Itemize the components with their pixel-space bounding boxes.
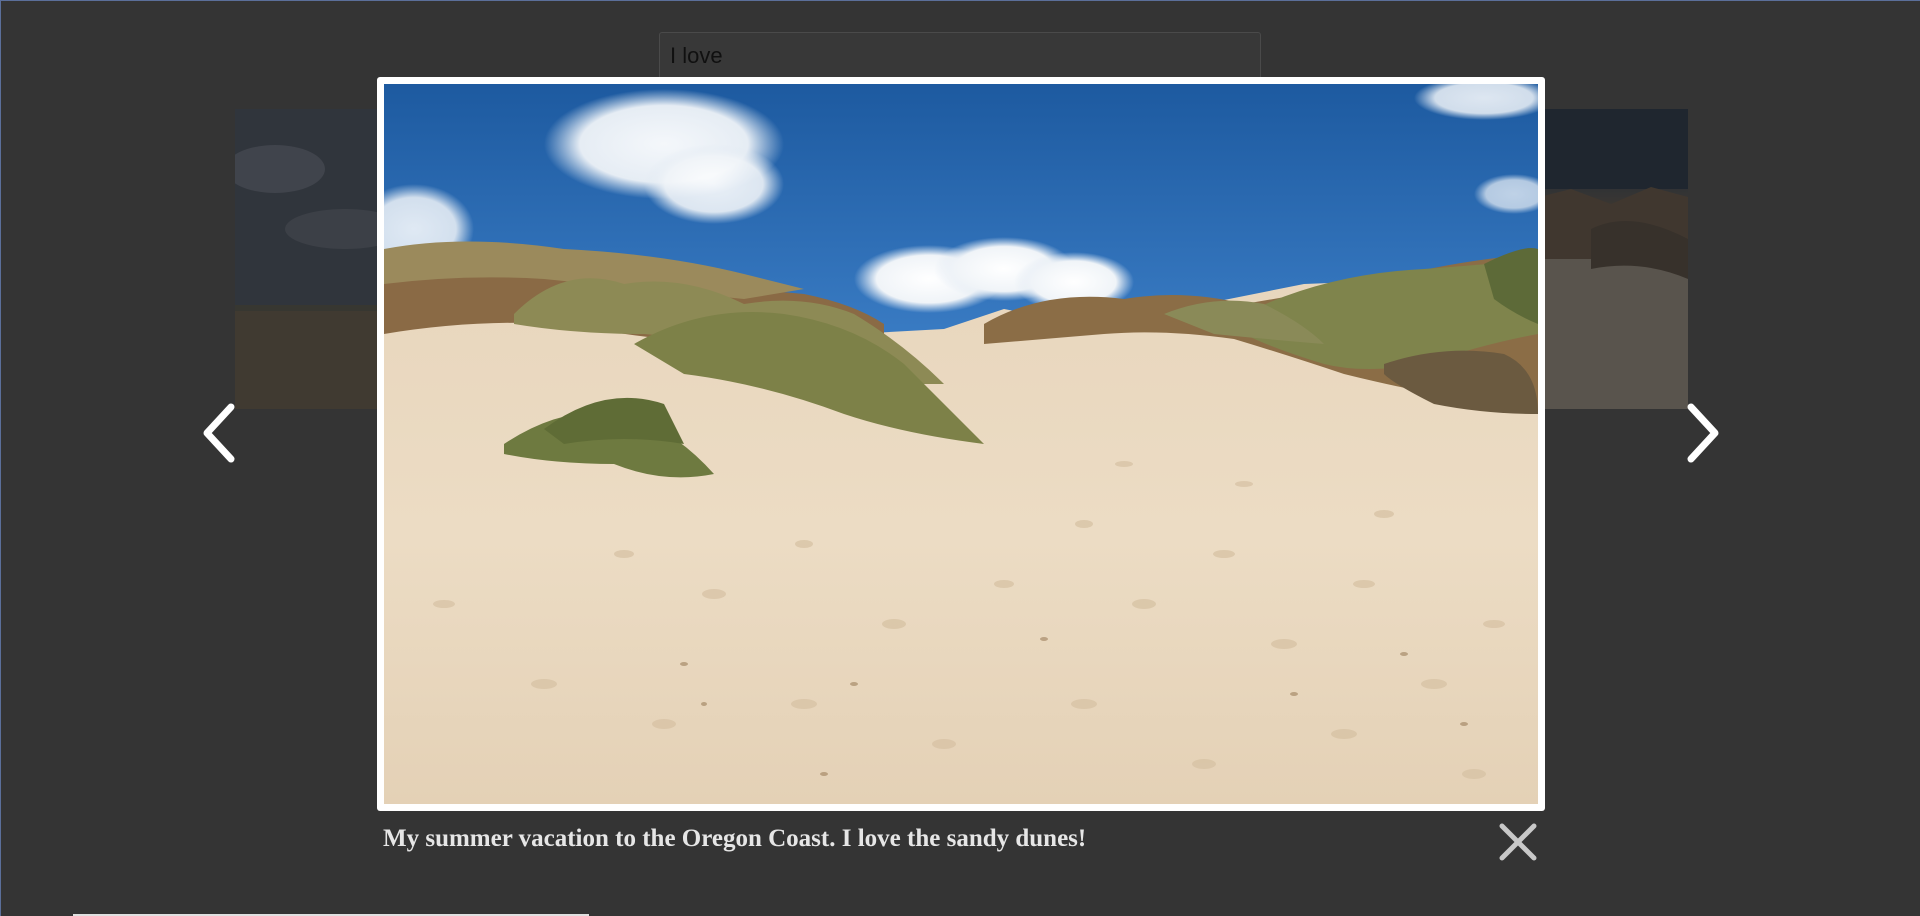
close-icon <box>1499 823 1537 861</box>
lightbox-image <box>384 84 1538 804</box>
lightbox-caption: My summer vacation to the Oregon Coast. … <box>383 825 1087 852</box>
landscape-thumbnail-image <box>235 109 395 409</box>
gallery-page: I love My summer vacation to the Oregon … <box>0 0 1920 916</box>
sand-dunes-photo <box>384 84 1538 804</box>
chevron-left-icon <box>203 403 235 463</box>
lightbox-frame <box>377 77 1545 811</box>
search-input[interactable]: I love <box>659 32 1261 80</box>
previous-thumbnail[interactable] <box>235 109 395 409</box>
next-button[interactable] <box>1671 401 1731 465</box>
next-thumbnail[interactable] <box>1531 109 1688 409</box>
close-button[interactable] <box>1497 821 1539 863</box>
dunes-thumbnail-image <box>1531 109 1688 409</box>
previous-button[interactable] <box>191 401 251 465</box>
chevron-right-icon <box>1687 403 1719 463</box>
